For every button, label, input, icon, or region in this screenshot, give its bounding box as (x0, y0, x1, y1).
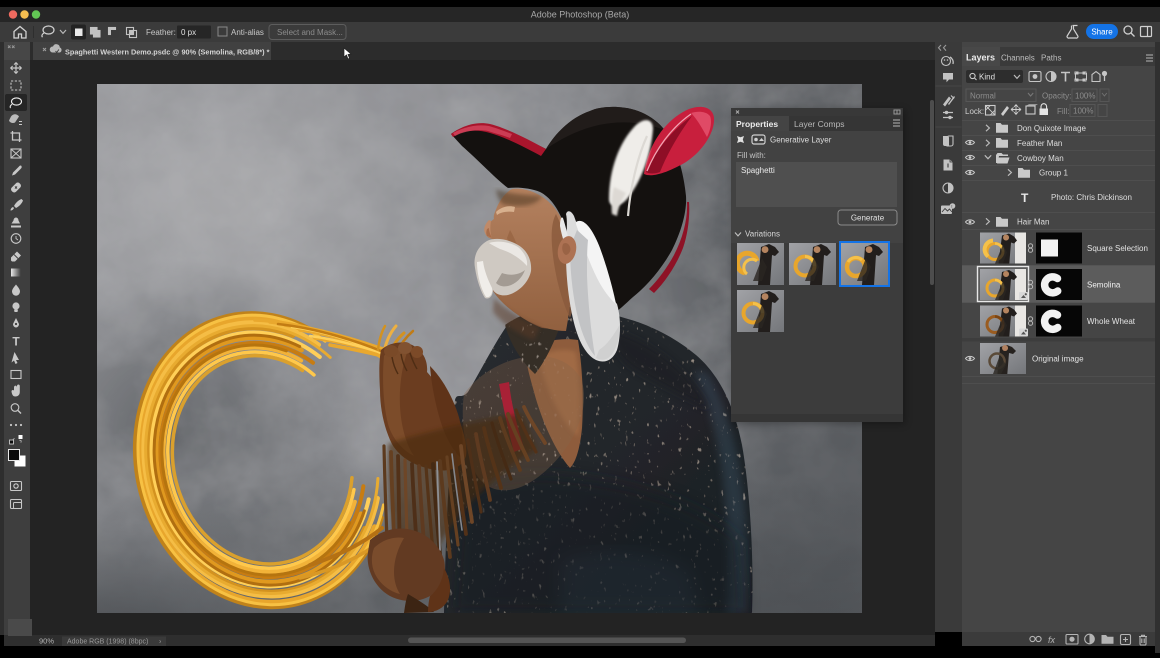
svg-text:Layer Comps: Layer Comps (794, 119, 845, 129)
svg-text:Adobe RGB (1998) (8bpc): Adobe RGB (1998) (8bpc) (67, 639, 148, 646)
svg-text:Normal: Normal (970, 92, 996, 101)
svg-text:Semolina: Semolina (1087, 281, 1121, 290)
svg-text:Fill with:: Fill with: (737, 151, 766, 160)
svg-text:Generative Layer: Generative Layer (770, 136, 832, 145)
svg-text:Cowboy Man: Cowboy Man (1017, 154, 1064, 163)
svg-text:Spaghetti Western Demo.psdc @: Spaghetti Western Demo.psdc @ 90% (Semol… (65, 48, 270, 57)
svg-text:90%: 90% (39, 637, 54, 646)
svg-text:Group 1: Group 1 (1039, 169, 1068, 178)
svg-text:Share: Share (1091, 28, 1113, 37)
svg-text:Layers: Layers (966, 53, 995, 63)
svg-text:Spaghetti: Spaghetti (741, 166, 775, 175)
svg-text:Variations: Variations (745, 230, 780, 239)
svg-text:Lock:: Lock: (965, 107, 984, 116)
svg-text:Square Selection: Square Selection (1087, 244, 1148, 253)
svg-text:Anti-alias: Anti-alias (231, 28, 264, 37)
svg-text:Properties: Properties (736, 119, 778, 129)
svg-text:fx: fx (1048, 635, 1056, 645)
svg-text:Feather Man: Feather Man (1017, 139, 1062, 148)
svg-text:Photo: Chris Dickinson: Photo: Chris Dickinson (1051, 193, 1132, 202)
svg-text:Kind: Kind (979, 73, 995, 82)
svg-text:Hair Man: Hair Man (1017, 218, 1049, 227)
svg-text:100%: 100% (1073, 107, 1093, 116)
svg-text:Generate: Generate (851, 214, 885, 223)
svg-text:Don Quixote Image: Don Quixote Image (1017, 124, 1086, 133)
svg-text:0 px: 0 px (181, 28, 196, 37)
svg-text:Paths: Paths (1041, 54, 1061, 63)
svg-text:Fill:: Fill: (1057, 107, 1069, 116)
svg-text:Channels: Channels (1001, 54, 1035, 63)
svg-text:Select and Mask...: Select and Mask... (277, 28, 343, 37)
svg-text:Opacity:: Opacity: (1042, 92, 1071, 101)
svg-text:100%: 100% (1075, 92, 1095, 101)
svg-text:Original image: Original image (1032, 355, 1084, 364)
svg-text:Adobe Photoshop (Beta): Adobe Photoshop (Beta) (531, 10, 630, 20)
svg-text:T: T (1021, 191, 1029, 205)
svg-text:T: T (12, 335, 20, 349)
svg-text:Feather:: Feather: (146, 28, 176, 37)
svg-text:!: ! (951, 204, 952, 209)
svg-text:Whole Wheat: Whole Wheat (1087, 317, 1136, 326)
